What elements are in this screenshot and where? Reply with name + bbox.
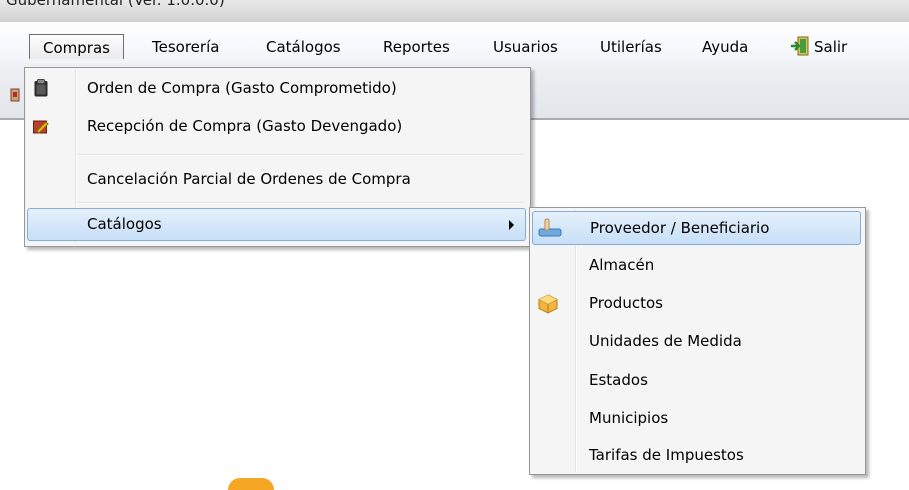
menu-item-label: Orden de Compra (Gasto Comprometido) [87,79,397,97]
toolbar-tool-icon[interactable] [10,88,20,102]
menu-usuarios[interactable]: Usuarios [493,38,558,56]
menu-bar: Compras Tesorería Catálogos Reportes Usu… [0,22,909,63]
menu-utilerias[interactable]: Utilerías [600,38,662,56]
menu-item-recepcion-de-compra[interactable]: Recepción de Compra (Gasto Devengado) [27,110,526,144]
menu-separator [77,202,524,203]
submenu-arrow-icon [509,220,514,230]
submenu-item-almacen[interactable]: Almacén [532,249,861,283]
exit-door-icon[interactable] [790,36,810,56]
menu-item-label: Estados [589,371,648,389]
box-icon [538,294,558,314]
menu-item-label: Recepción de Compra (Gasto Devengado) [87,117,403,135]
compras-dropdown: Orden de Compra (Gasto Comprometido) Rec… [24,67,531,247]
menu-item-label: Cancelación Parcial de Ordenes de Compra [87,170,411,188]
background-logo-fragment [228,478,274,490]
menu-item-label: Catálogos [87,215,162,233]
window-title: Gubernamental (Ver. 1.0.0.0) [6,0,225,9]
menu-item-cancelacion-parcial[interactable]: Cancelación Parcial de Ordenes de Compra [27,163,526,197]
menu-item-label: Tarifas de Impuestos [589,446,744,464]
catalogos-submenu: Proveedor / Beneficiario Almacén Product… [529,207,866,475]
submenu-item-tarifas-de-impuestos[interactable]: Tarifas de Impuestos [532,439,861,473]
submenu-item-proveedor[interactable]: Proveedor / Beneficiario [532,211,861,245]
menu-item-label: Municipios [589,409,669,427]
menu-item-label: Proveedor / Beneficiario [590,219,770,237]
supplier-icon [538,218,562,237]
menu-salir[interactable]: Salir [814,38,847,56]
menu-ayuda[interactable]: Ayuda [702,38,748,56]
submenu-item-estados[interactable]: Estados [532,364,861,398]
clipboard-icon [34,79,48,97]
menu-item-orden-de-compra[interactable]: Orden de Compra (Gasto Comprometido) [27,72,526,106]
menu-item-label: Almacén [589,256,655,274]
title-bar: Gubernamental (Ver. 1.0.0.0) [0,0,909,22]
menu-compras[interactable]: Compras [29,34,124,59]
menu-reportes[interactable]: Reportes [383,38,450,56]
menu-catalogos[interactable]: Catálogos [266,38,341,56]
menu-item-label: Productos [589,294,663,312]
menu-separator [77,154,524,155]
edit-note-icon [33,120,49,134]
submenu-item-productos[interactable]: Productos [532,287,861,321]
menu-item-label: Unidades de Medida [589,332,742,350]
submenu-item-municipios[interactable]: Municipios [532,402,861,436]
menu-item-catalogos[interactable]: Catálogos [27,208,526,241]
submenu-item-unidades-de-medida[interactable]: Unidades de Medida [532,325,861,359]
menu-tesoreria[interactable]: Tesorería [152,38,219,56]
